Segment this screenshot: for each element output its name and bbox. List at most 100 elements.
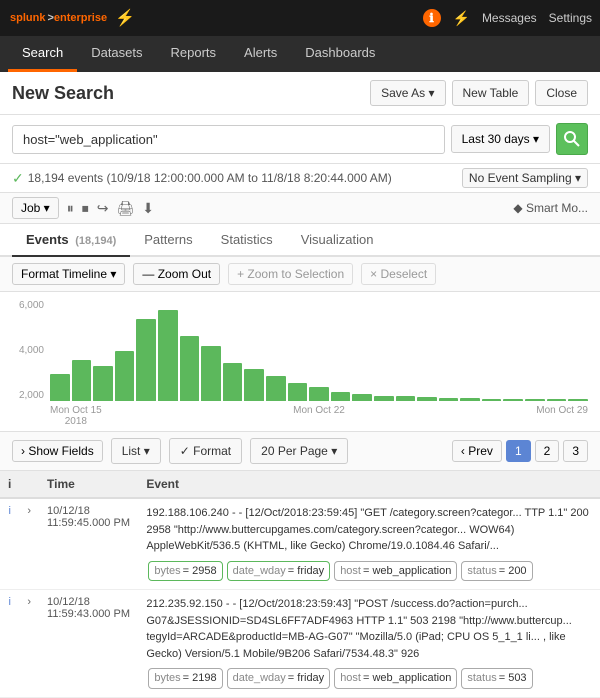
chart-bar[interactable] <box>417 397 437 401</box>
search-button[interactable] <box>556 123 588 155</box>
print-icon[interactable]: 🖨 <box>116 200 134 217</box>
format-button[interactable]: ✓ Format <box>169 438 242 464</box>
y-label-2: 4,000 <box>19 345 48 356</box>
field-value: = friday <box>288 563 324 580</box>
row-time: 10/12/1811:59:43.000 PM <box>39 590 138 698</box>
chart-bar[interactable] <box>503 399 523 401</box>
results-toolbar: › Show Fields List ▾ ✓ Format 20 Per Pag… <box>0 432 600 471</box>
zoom-selection-button[interactable]: + Zoom to Selection <box>228 263 353 285</box>
search-input[interactable] <box>12 125 445 154</box>
page-2[interactable]: 2 <box>535 440 560 462</box>
field-value: = friday <box>288 670 324 687</box>
field-pill[interactable]: date_wday = friday <box>227 668 331 689</box>
save-as-button[interactable]: Save As ▾ <box>370 80 445 106</box>
check-icon: ✓ <box>12 170 24 187</box>
nav-tab-alerts[interactable]: Alerts <box>230 36 291 72</box>
field-pill[interactable]: host = web_application <box>334 561 457 582</box>
close-button[interactable]: Close <box>535 80 588 106</box>
x-label-1: Mon Oct 15 2018 <box>50 405 102 427</box>
new-table-button[interactable]: New Table <box>452 80 530 106</box>
row-event: 212.235.92.150 - - [12/Oct/2018:23:59:43… <box>138 590 600 698</box>
field-name: bytes <box>154 563 180 580</box>
col-time-header: Time <box>39 471 138 498</box>
table-row: i›10/12/1811:59:45.000 PM192.188.106.240… <box>0 498 600 590</box>
field-pill[interactable]: date_wday = friday <box>227 561 331 582</box>
chart-bar[interactable] <box>482 399 502 401</box>
job-bar: Job ▾ ⏸ ⏹ ↪ 🖨 ⬇ ◆ Smart Mo... <box>0 193 600 224</box>
deselect-button[interactable]: × Deselect <box>361 263 436 285</box>
tab-patterns[interactable]: Patterns <box>130 224 206 257</box>
chart-bar[interactable] <box>244 369 264 401</box>
tab-statistics[interactable]: Statistics <box>207 224 287 257</box>
chart-bar[interactable] <box>547 399 567 401</box>
time-range-select[interactable]: Last 30 days ▾ <box>451 125 550 153</box>
prev-button[interactable]: ‹ Prev <box>452 440 502 462</box>
main-content: New Search Save As ▾ New Table Close Las… <box>0 72 600 698</box>
chart-bar[interactable] <box>352 394 372 401</box>
field-pill[interactable]: bytes = 2958 <box>148 561 222 582</box>
page-1[interactable]: 1 <box>506 440 531 462</box>
settings-link[interactable]: Settings <box>549 11 592 25</box>
download-icon[interactable]: ⬇ <box>142 200 154 217</box>
messages-link[interactable]: Messages <box>482 11 537 25</box>
nav-tab-reports[interactable]: Reports <box>157 36 231 72</box>
row-info[interactable]: i <box>0 498 19 590</box>
chart-bar[interactable] <box>115 351 135 401</box>
format-timeline-button[interactable]: Format Timeline ▾ <box>12 263 125 285</box>
row-expand[interactable]: › <box>19 590 39 698</box>
chart-bar[interactable] <box>201 346 221 401</box>
chart-bar[interactable] <box>50 374 70 401</box>
share-icon[interactable]: ↪ <box>97 200 109 217</box>
smart-mode-label[interactable]: ◆ Smart Mo... <box>513 201 588 215</box>
chart-bar[interactable] <box>288 383 308 401</box>
chart-bar[interactable] <box>180 336 200 401</box>
chart-bar[interactable] <box>266 376 286 401</box>
raw-event-text: 212.235.92.150 - - [12/Oct/2018:23:59:43… <box>146 596 592 662</box>
timeline-toolbar: Format Timeline ▾ — Zoom Out + Zoom to S… <box>0 257 600 292</box>
bars-container <box>50 300 588 403</box>
chart-bar[interactable] <box>460 398 480 401</box>
notification-dot[interactable]: ℹ <box>423 9 441 27</box>
chart-bar[interactable] <box>396 396 416 401</box>
tab-events-label: Events <box>26 232 69 247</box>
field-value: = 503 <box>499 670 527 687</box>
nav-tab-dashboards[interactable]: Dashboards <box>291 36 389 72</box>
field-pill[interactable]: bytes = 2198 <box>148 668 222 689</box>
field-name: host <box>340 563 361 580</box>
chart-bar[interactable] <box>158 310 178 401</box>
job-button[interactable]: Job ▾ <box>12 197 59 219</box>
stop-icon[interactable]: ⏹ <box>82 200 89 217</box>
sampling-dropdown[interactable]: No Event Sampling ▾ <box>462 168 588 188</box>
chart-bar[interactable] <box>309 387 329 401</box>
page-3[interactable]: 3 <box>563 440 588 462</box>
chart-area: 6,000 4,000 2,000 Mon Oct 15 2018 Mon Oc… <box>0 292 600 432</box>
nav-tab-datasets[interactable]: Datasets <box>77 36 156 72</box>
field-pill[interactable]: host = web_application <box>334 668 457 689</box>
chart-bar[interactable] <box>439 398 459 401</box>
list-dropdown[interactable]: List ▾ <box>111 438 161 464</box>
x-label-3: Mon Oct 29 <box>536 405 588 427</box>
field-pill[interactable]: status = 200 <box>461 561 532 582</box>
chart-bar[interactable] <box>223 363 243 401</box>
tab-events[interactable]: Events (18,194) <box>12 224 130 257</box>
events-count: 18,194 events (10/9/18 12:00:00.000 AM t… <box>28 171 392 185</box>
row-info[interactable]: i <box>0 590 19 698</box>
field-name: date_wday <box>233 670 286 687</box>
per-page-dropdown[interactable]: 20 Per Page ▾ <box>250 438 348 464</box>
nav-tab-search[interactable]: Search <box>8 36 77 72</box>
show-fields-button[interactable]: › Show Fields <box>12 440 103 462</box>
chart-bar[interactable] <box>93 366 113 401</box>
field-pill[interactable]: status = 503 <box>461 668 532 689</box>
pagination: ‹ Prev 1 2 3 <box>452 440 588 462</box>
chart-bar[interactable] <box>568 399 588 401</box>
chart-bar[interactable] <box>525 399 545 401</box>
tab-visualization[interactable]: Visualization <box>287 224 388 257</box>
x-label-2: Mon Oct 22 <box>293 405 345 427</box>
chart-bar[interactable] <box>331 392 351 401</box>
chart-bar[interactable] <box>136 319 156 401</box>
chart-bar[interactable] <box>72 360 92 401</box>
zoom-out-button[interactable]: — Zoom Out <box>133 263 220 285</box>
row-expand[interactable]: › <box>19 498 39 590</box>
pause-icon[interactable]: ⏸ <box>67 200 74 217</box>
chart-bar[interactable] <box>374 396 394 401</box>
